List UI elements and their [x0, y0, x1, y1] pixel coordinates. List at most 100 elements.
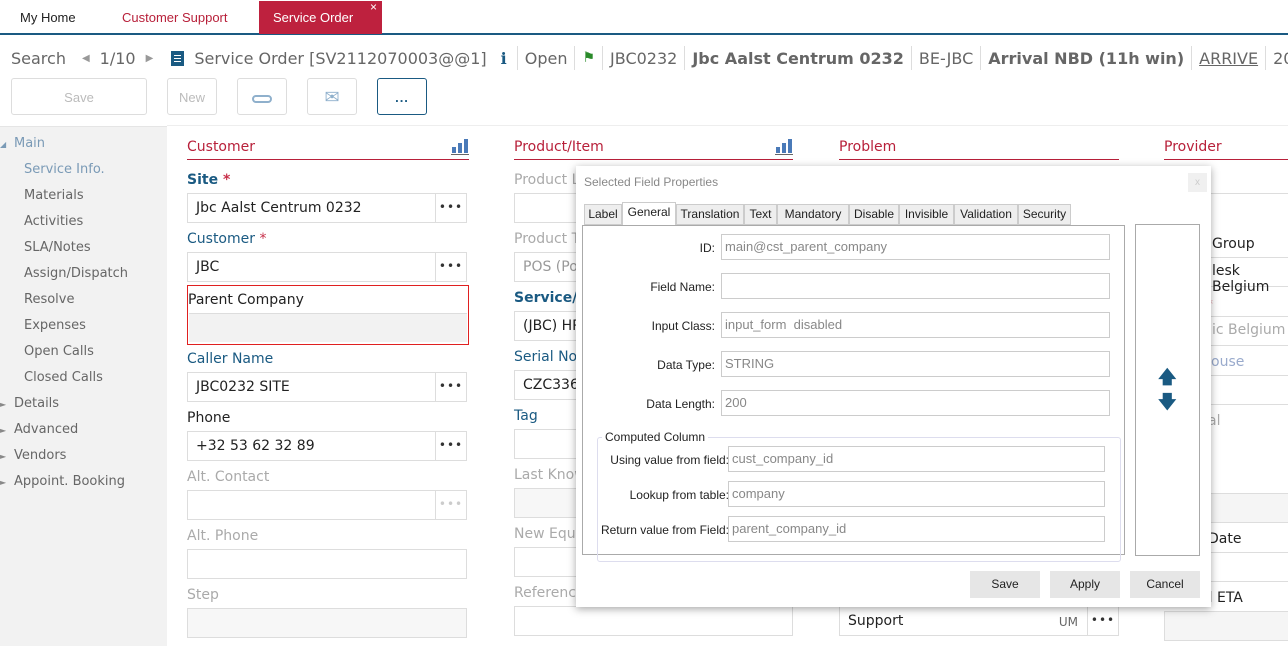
expanded-icon: ◢ — [0, 140, 7, 149]
search-link[interactable]: Search — [11, 49, 66, 68]
more-actions-button[interactable]: ... — [377, 78, 427, 115]
tab-label[interactable]: Label — [584, 204, 622, 225]
dialog-save-button[interactable]: Save — [970, 571, 1040, 598]
tab-service-order[interactable]: Service Order × — [259, 0, 382, 34]
tab-text[interactable]: Text — [744, 204, 777, 225]
divider — [684, 46, 686, 70]
document-icon — [171, 50, 185, 66]
id-label: ID: — [699, 241, 715, 255]
tab-disable[interactable]: Disable — [849, 204, 899, 225]
dialog-apply-button[interactable]: Apply — [1050, 571, 1120, 598]
id-input[interactable]: main@cst_parent_company — [721, 234, 1110, 260]
new-equip-label: New Equi — [514, 526, 580, 542]
alt-contact-field[interactable]: ••• — [187, 490, 467, 520]
record-pager: 1/10 — [99, 48, 136, 68]
sidebar-item-materials[interactable]: Materials — [24, 188, 84, 203]
dialog-cancel-button[interactable]: Cancel — [1130, 571, 1200, 598]
caller-name-field[interactable]: JBC0232 SITE ••• — [187, 372, 467, 402]
tab-bar: My Home Customer Support Service Order × — [0, 0, 1288, 35]
divider — [980, 46, 982, 70]
tab-validation[interactable]: Validation — [954, 204, 1018, 225]
lookup-button[interactable]: ••• — [435, 373, 466, 401]
region-code: BE-JBC — [918, 48, 974, 68]
data-length-input[interactable]: 200 — [721, 390, 1110, 416]
lookup-button[interactable]: ••• — [435, 491, 466, 519]
prev-record-icon[interactable]: ◀ — [82, 53, 90, 64]
collapsed-icon: ► — [0, 478, 7, 487]
lookup-button[interactable]: ••• — [1087, 607, 1118, 635]
arrive-link[interactable]: ARRIVE — [1199, 49, 1258, 68]
parent-company-field[interactable] — [189, 313, 467, 342]
close-dialog-button[interactable]: x — [1188, 173, 1207, 192]
alt-phone-field[interactable] — [187, 549, 467, 579]
tag-label: Tag — [514, 408, 538, 424]
chart-icon[interactable] — [775, 138, 793, 155]
tab-mandatory[interactable]: Mandatory — [777, 204, 849, 225]
parent-company-label: Parent Company — [188, 292, 304, 308]
sidebar-item-open-calls[interactable]: Open Calls — [24, 344, 94, 359]
lookup-button[interactable]: ••• — [435, 432, 466, 460]
divider — [1191, 46, 1193, 70]
sidebar-item-resolve[interactable]: Resolve — [24, 292, 74, 307]
reference-field[interactable] — [514, 606, 793, 636]
sidebar-item-sla-notes[interactable]: SLA/Notes — [24, 240, 91, 255]
next-record-icon[interactable]: ▶ — [146, 53, 154, 64]
input-class-input[interactable]: input_form disabled — [721, 312, 1110, 338]
sidebar-item-service-info[interactable]: Service Info. — [24, 162, 105, 177]
actual-eta-field — [1164, 611, 1288, 641]
paperclip-icon — [252, 94, 272, 103]
sidebar-item-activities[interactable]: Activities — [24, 214, 83, 229]
sidebar-group-main[interactable]: ◢ Main — [0, 136, 45, 151]
data-type-input[interactable]: STRING — [721, 351, 1110, 377]
tab-translation[interactable]: Translation — [676, 204, 744, 225]
site-label: Site * — [187, 172, 231, 188]
lookup-button[interactable]: ••• — [435, 194, 466, 222]
flag-icon[interactable]: ⚑ — [582, 50, 595, 66]
sidebar-item-expenses[interactable]: Expenses — [24, 318, 86, 333]
sidebar-group-appoint-booking[interactable]: ► Appoint. Booking — [0, 474, 125, 489]
date-label: Date — [1208, 531, 1242, 547]
sidebar-group-details[interactable]: ► Details — [0, 396, 59, 411]
selected-field-highlight[interactable]: Parent Company — [187, 285, 469, 345]
collapsed-icon: ► — [0, 426, 7, 435]
site-field[interactable]: Jbc Aalst Centrum 0232 ••• — [187, 193, 467, 223]
sidebar-item-closed-calls[interactable]: Closed Calls — [24, 370, 103, 385]
info-icon[interactable]: i — [501, 49, 507, 68]
tab-my-home[interactable]: My Home — [6, 1, 90, 34]
email-button[interactable]: ✉ — [307, 78, 357, 115]
phone-field[interactable]: +32 53 62 32 89 ••• — [187, 431, 467, 461]
lookup-table-input[interactable]: company — [728, 481, 1105, 507]
product-type-label: Product T — [514, 231, 581, 247]
computed-column-legend: Computed Column — [602, 430, 709, 444]
sidebar-group-vendors[interactable]: ► Vendors — [0, 448, 66, 463]
required-icon: * — [259, 231, 267, 247]
sidebar-group-advanced[interactable]: ► Advanced — [0, 422, 78, 437]
lookup-button[interactable]: ••• — [435, 253, 466, 281]
close-tab-icon[interactable]: × — [370, 0, 377, 24]
data-length-label: Data Length: — [646, 397, 715, 411]
chart-icon[interactable] — [451, 138, 469, 155]
using-value-input[interactable]: cust_company_id — [728, 446, 1105, 472]
new-button[interactable]: New — [167, 78, 217, 115]
tab-invisible[interactable]: Invisible — [899, 204, 954, 225]
customer-label: Customer * — [187, 231, 267, 247]
return-value-input[interactable]: parent_company_id — [728, 516, 1105, 542]
serial-label: Serial No. — [514, 349, 582, 365]
arrow-down-icon[interactable]: 🡇 — [1158, 390, 1177, 420]
data-type-label: Data Type: — [657, 358, 715, 372]
save-button[interactable]: Save — [11, 78, 147, 115]
support-field[interactable]: Support UM ••• — [839, 606, 1119, 636]
customer-field[interactable]: JBC ••• — [187, 252, 467, 282]
section-title-product: Product/Item — [514, 127, 793, 160]
section-title-provider: Provider — [1164, 127, 1288, 160]
tab-customer-support[interactable]: Customer Support — [108, 1, 242, 34]
lookup-table-label: Lookup from table: — [629, 488, 729, 502]
tab-general[interactable]: General — [622, 202, 676, 226]
section-title-customer: Customer — [187, 127, 469, 160]
attach-button[interactable] — [237, 78, 287, 115]
divider — [574, 46, 576, 70]
unit-label: UM — [1058, 615, 1078, 629]
sidebar-item-assign-dispatch[interactable]: Assign/Dispatch — [24, 266, 128, 281]
tab-security[interactable]: Security — [1018, 204, 1071, 225]
field-name-input[interactable] — [721, 273, 1110, 299]
